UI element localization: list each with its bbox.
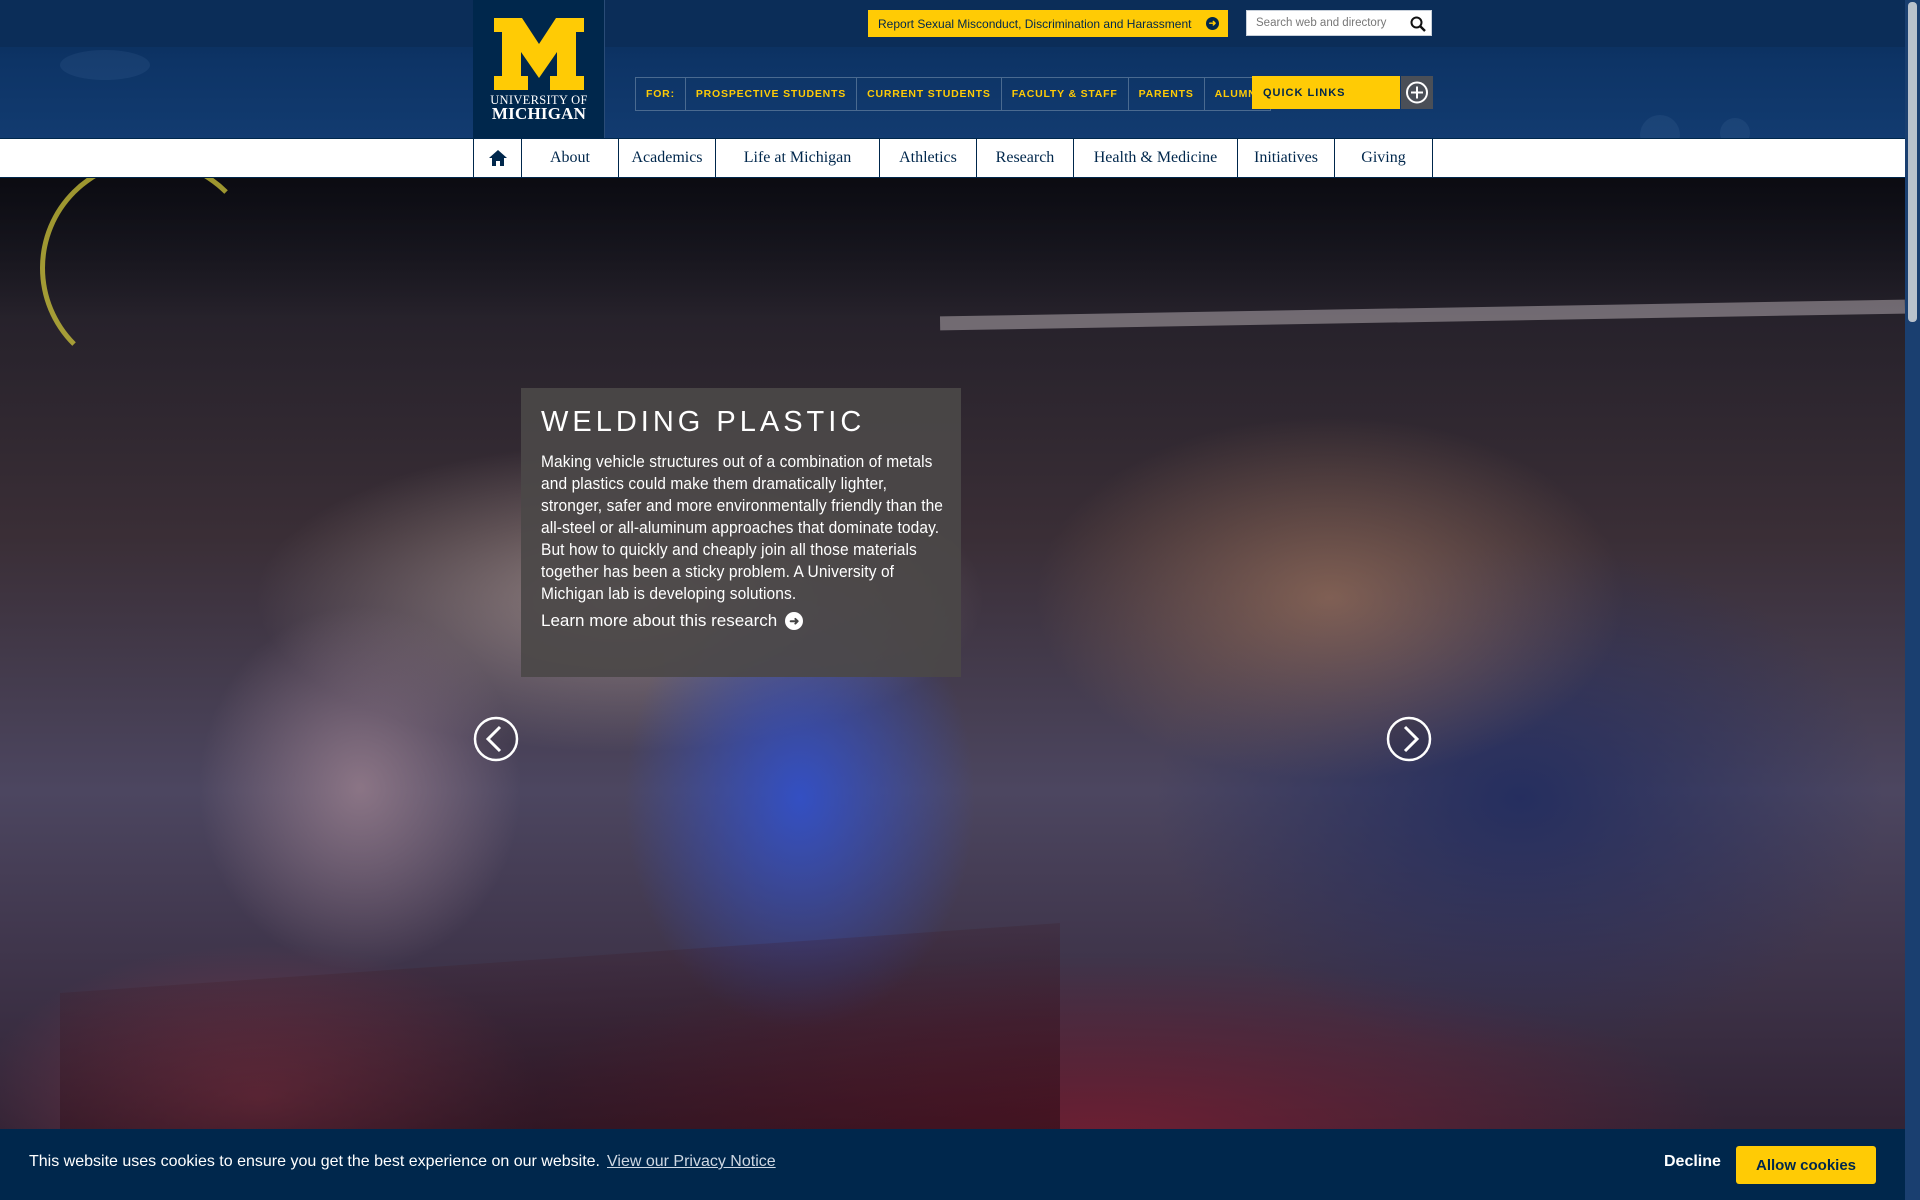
nav-athletics[interactable]: Athletics: [880, 139, 977, 177]
arrow-right-icon: ➜: [1206, 17, 1219, 30]
logo-text-line2: MICHIGAN: [491, 104, 587, 123]
nav-academics[interactable]: Academics: [619, 139, 716, 177]
carousel-next-button[interactable]: [1386, 716, 1432, 762]
hero-carousel: WELDING PLASTIC Making vehicle structure…: [0, 178, 1905, 1200]
nav-giving[interactable]: Giving: [1335, 139, 1433, 177]
plus-circle-icon: [1401, 76, 1433, 109]
nav-initiatives[interactable]: Initiatives: [1238, 139, 1335, 177]
audience-link-prospective-students[interactable]: PROSPECTIVE STUDENTS: [686, 78, 858, 110]
chevron-left-icon: [473, 716, 519, 762]
arrow-right-icon: ➜: [785, 612, 804, 630]
search-box: [1246, 10, 1432, 36]
audience-link-parents[interactable]: PARENTS: [1129, 78, 1205, 110]
privacy-notice-link[interactable]: View our Privacy Notice: [607, 1153, 776, 1171]
university-logo[interactable]: UNIVERSITY OF MICHIGAN: [473, 0, 605, 138]
cookie-message: This website uses cookies to ensure you …: [29, 1153, 600, 1170]
hero-body: Making vehicle structures out of a combi…: [541, 453, 944, 603]
audience-link-faculty-staff[interactable]: FACULTY & STAFF: [1002, 78, 1129, 110]
search-icon[interactable]: [1409, 15, 1427, 33]
hero-learn-more-link[interactable]: Learn more about this research ➜: [541, 611, 941, 631]
nav-about[interactable]: About: [522, 139, 619, 177]
block-m-icon: [494, 18, 584, 90]
home-icon: [488, 150, 507, 166]
quick-links-button[interactable]: QUICK LINKS: [1252, 76, 1433, 109]
search-input[interactable]: [1247, 11, 1407, 35]
scrollbar-thumb[interactable]: [1908, 2, 1917, 322]
hero-image-cable: [40, 178, 260, 378]
decline-cookies-button[interactable]: Decline: [1664, 1153, 1721, 1171]
background-decoration: [60, 50, 150, 80]
nav-research[interactable]: Research: [977, 139, 1074, 177]
cookie-banner: This website uses cookies to ensure you …: [0, 1129, 1905, 1200]
hero-learn-more-label: Learn more about this research: [541, 611, 778, 630]
allow-cookies-button[interactable]: Allow cookies: [1736, 1146, 1876, 1184]
site-header: UNIVERSITY OF MICHIGAN Report Sexual Mis…: [0, 0, 1920, 155]
quick-links-label: QUICK LINKS: [1252, 76, 1400, 109]
report-misconduct-button[interactable]: Report Sexual Misconduct, Discrimination…: [868, 10, 1228, 37]
hero-title: WELDING PLASTIC: [541, 406, 866, 438]
carousel-prev-button[interactable]: [473, 716, 519, 762]
hero-image-shading: [0, 178, 1905, 318]
nav-health-medicine[interactable]: Health & Medicine: [1074, 139, 1238, 177]
audience-link-current-students[interactable]: CURRENT STUDENTS: [857, 78, 1002, 110]
page-scrollbar[interactable]: [1905, 0, 1920, 1200]
hero-story-panel: WELDING PLASTIC Making vehicle structure…: [521, 388, 961, 677]
audience-nav-lead: FOR:: [636, 78, 686, 110]
nav-life-at-michigan[interactable]: Life at Michigan: [716, 139, 880, 177]
main-navigation: About Academics Life at Michigan Athleti…: [0, 138, 1920, 178]
chevron-right-icon: [1386, 716, 1432, 762]
report-misconduct-label: Report Sexual Misconduct, Discrimination…: [878, 16, 1192, 31]
audience-nav: FOR: PROSPECTIVE STUDENTS CURRENT STUDEN…: [635, 77, 1272, 111]
nav-home[interactable]: [474, 139, 522, 177]
